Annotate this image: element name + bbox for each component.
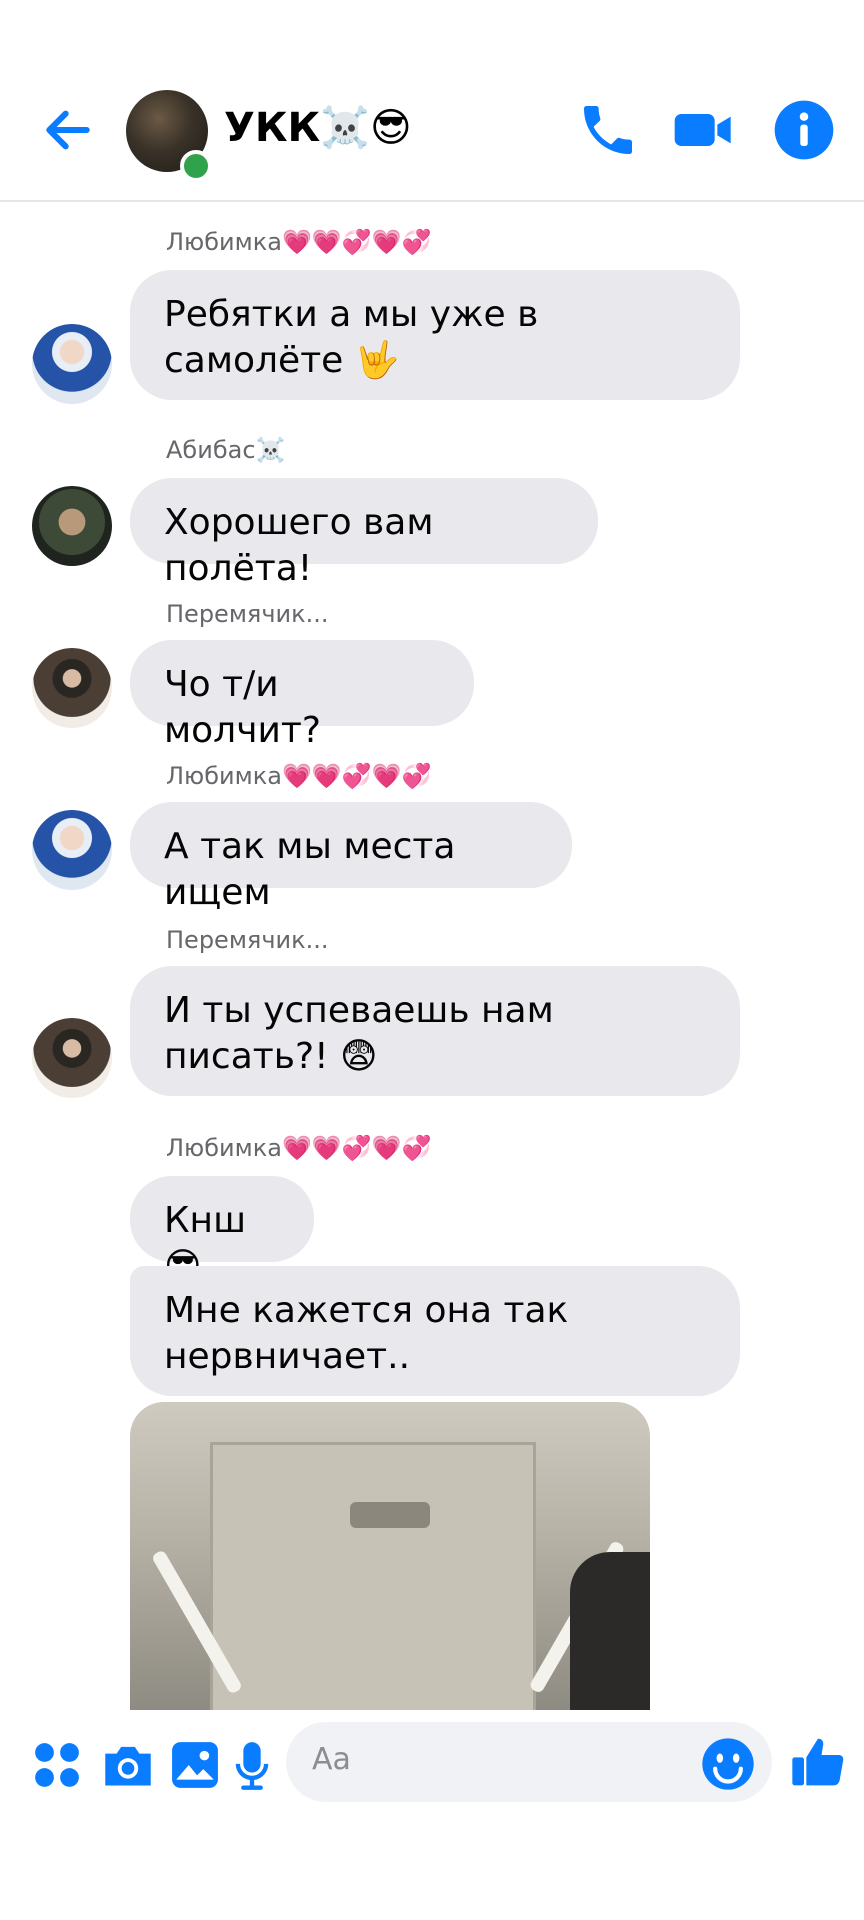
emoji-icon[interactable]: [700, 1736, 756, 1792]
avatar[interactable]: [32, 486, 112, 566]
chat-title[interactable]: УКК☠️😎: [224, 104, 412, 151]
phone-icon[interactable]: [576, 98, 640, 162]
sender-name: Любимка💗💗💞💗💞: [166, 1134, 432, 1162]
message-bubble[interactable]: Кнш😎: [130, 1176, 314, 1287]
thumbs-up-icon[interactable]: [790, 1734, 846, 1790]
sender-name: Абибас☠️: [166, 436, 286, 464]
photo-attachment[interactable]: [130, 1402, 650, 1710]
avatar[interactable]: [32, 1018, 112, 1098]
message-bubble[interactable]: И ты успеваешь нам писать?! 😨: [130, 966, 740, 1096]
sender-name: Любимка💗💗💞💗💞: [166, 228, 432, 256]
message-bubble[interactable]: А так мы места ищем: [130, 802, 572, 913]
camera-icon[interactable]: [100, 1740, 156, 1790]
online-indicator: [180, 150, 212, 182]
sender-name: Перемячик...: [166, 926, 329, 954]
image-icon[interactable]: [170, 1740, 220, 1790]
message-bubble[interactable]: Мне кажется она так нервничает..: [130, 1266, 740, 1396]
message-input-placeholder: Aa: [312, 1742, 351, 1777]
microphone-icon[interactable]: [234, 1740, 270, 1792]
back-arrow-icon[interactable]: [40, 102, 96, 158]
avatar[interactable]: [32, 324, 112, 404]
apps-grid-icon[interactable]: [32, 1740, 82, 1790]
info-icon[interactable]: [772, 98, 836, 162]
message-bubble[interactable]: Ребятки а мы уже в самолёте 🤟: [130, 270, 740, 400]
chat-header: УКК☠️😎: [0, 0, 864, 202]
video-camera-icon[interactable]: [672, 98, 736, 162]
avatar[interactable]: [32, 648, 112, 728]
sender-name: Перемячик...: [166, 600, 329, 628]
avatar[interactable]: [32, 810, 112, 890]
message-bubble[interactable]: Чо т/и молчит?: [130, 640, 474, 751]
sender-name: Любимка💗💗💞💗💞: [166, 762, 432, 790]
message-bubble[interactable]: Хорошего вам полёта!: [130, 478, 598, 589]
